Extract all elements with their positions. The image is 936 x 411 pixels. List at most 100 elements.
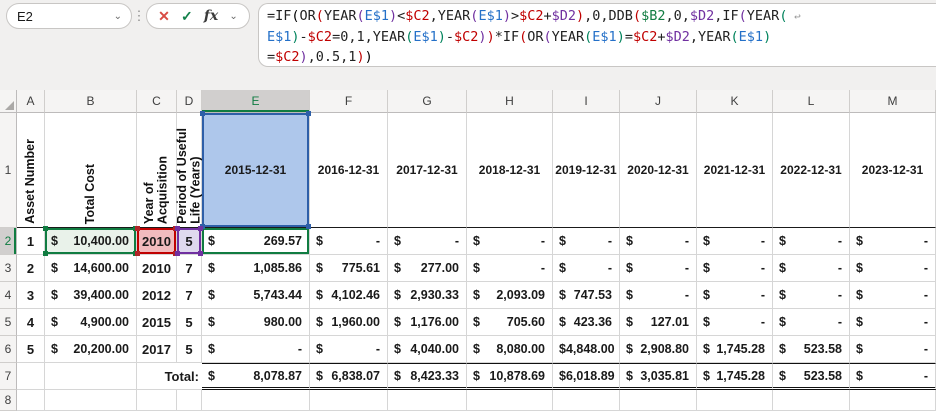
insert-function-icon[interactable]: fx	[204, 8, 218, 24]
header-cell-J1[interactable]: 2020-12-31	[620, 113, 697, 228]
row-header-1[interactable]: 1	[0, 113, 17, 228]
cell-K7[interactable]: $1,745.28	[697, 363, 773, 390]
cell-C6[interactable]: 2017	[137, 336, 177, 363]
range-handle[interactable]	[306, 224, 311, 229]
cell-K3[interactable]: $ -	[697, 255, 773, 282]
col-header-C[interactable]: C	[137, 90, 177, 113]
cell-B6[interactable]: $20,200.00	[45, 336, 137, 363]
row-header-7[interactable]: 7	[0, 363, 17, 390]
cell-C5[interactable]: 2015	[137, 309, 177, 336]
row-header-4[interactable]: 4	[0, 282, 17, 309]
header-cell-I1[interactable]: 2019-12-31	[553, 113, 620, 228]
header-cell-A1[interactable]: Asset Number	[17, 113, 45, 228]
cell-J8[interactable]	[620, 390, 697, 411]
cell-H2[interactable]: $ -	[467, 228, 553, 255]
cell-A7[interactable]	[17, 363, 45, 390]
cell-E3[interactable]: $1,085.86	[202, 255, 310, 282]
cell-I6[interactable]: $4,848.00	[553, 336, 620, 363]
col-header-I[interactable]: I	[553, 90, 620, 113]
cell-G8[interactable]	[388, 390, 467, 411]
cell-L4[interactable]: $ -	[773, 282, 850, 309]
cell-I3[interactable]: $ -	[553, 255, 620, 282]
col-header-L[interactable]: L	[773, 90, 850, 113]
cell-G2[interactable]: $ -	[388, 228, 467, 255]
cell-M8[interactable]	[850, 390, 936, 411]
header-cell-L1[interactable]: 2022-12-31	[773, 113, 850, 228]
cell-I5[interactable]: $423.36	[553, 309, 620, 336]
cell-H5[interactable]: $705.60	[467, 309, 553, 336]
header-cell-H1[interactable]: 2018-12-31	[467, 113, 553, 228]
cell-D2[interactable]: 5	[175, 226, 203, 256]
header-cell-C1[interactable]: Year of Acquisition	[137, 113, 177, 228]
formula-input[interactable]: =IF(OR(YEAR(E$1)<$C2,YEAR(E$1)>$C2+$D2),…	[258, 3, 936, 67]
cell-A3[interactable]: 2	[17, 255, 45, 282]
cell-C3[interactable]: 2010	[137, 255, 177, 282]
range-handle[interactable]	[135, 226, 140, 231]
cell-A8[interactable]	[17, 390, 45, 411]
cell-E7[interactable]: $8,078.87	[202, 363, 310, 390]
cell-D8[interactable]	[177, 390, 202, 411]
cell-J6[interactable]: $2,908.80	[620, 336, 697, 363]
col-header-E[interactable]: E	[202, 90, 310, 113]
header-cell-K1[interactable]: 2021-12-31	[697, 113, 773, 228]
cell-J3[interactable]: $ -	[620, 255, 697, 282]
cell-K4[interactable]: $ -	[697, 282, 773, 309]
cancel-icon[interactable]: ✕	[158, 8, 170, 25]
cell-L2[interactable]: $ -	[773, 228, 850, 255]
range-handle[interactable]	[198, 251, 203, 256]
header-cell-F1[interactable]: 2016-12-31	[310, 113, 388, 228]
cell-F4[interactable]: $4,102.46	[310, 282, 388, 309]
cell-M7[interactable]: $ -	[850, 363, 936, 390]
col-header-D[interactable]: D	[177, 90, 202, 113]
cell-E6[interactable]: $ -	[202, 336, 310, 363]
range-handle[interactable]	[135, 251, 140, 256]
cell-I8[interactable]	[553, 390, 620, 411]
cell-B4[interactable]: $39,400.00	[45, 282, 137, 309]
cell-L8[interactable]	[773, 390, 850, 411]
cell-L5[interactable]: $ -	[773, 309, 850, 336]
range-handle[interactable]	[175, 251, 180, 256]
total-label[interactable]: Total:	[137, 363, 202, 390]
cell-H4[interactable]: $2,093.09	[467, 282, 553, 309]
col-header-H[interactable]: H	[467, 90, 553, 113]
name-box[interactable]: E2 ⌄	[6, 3, 132, 29]
fx-chevron-icon[interactable]: ⌄	[229, 11, 237, 22]
row-header-2[interactable]: 2	[0, 228, 17, 255]
name-box-chevron-icon[interactable]: ⌄	[114, 11, 122, 22]
cell-J7[interactable]: $3,035.81	[620, 363, 697, 390]
cell-M5[interactable]: $ -	[850, 309, 936, 336]
cell-A2[interactable]: 1	[17, 228, 45, 255]
cell-A5[interactable]: 4	[17, 309, 45, 336]
cell-B8[interactable]	[45, 390, 137, 411]
col-header-A[interactable]: A	[17, 90, 45, 113]
header-cell-M1[interactable]: 2023-12-31	[850, 113, 936, 228]
col-header-G[interactable]: G	[388, 90, 467, 113]
range-handle[interactable]	[43, 251, 48, 256]
enter-icon[interactable]: ✓	[181, 8, 193, 25]
col-header-F[interactable]: F	[310, 90, 388, 113]
range-handle[interactable]	[306, 111, 311, 116]
cell-C4[interactable]: 2012	[137, 282, 177, 309]
cell-G3[interactable]: $277.00	[388, 255, 467, 282]
row-header-3[interactable]: 3	[0, 255, 17, 282]
cell-E5[interactable]: $980.00	[202, 309, 310, 336]
cell-B3[interactable]: $14,600.00	[45, 255, 137, 282]
cell-G6[interactable]: $4,040.00	[388, 336, 467, 363]
header-cell-G1[interactable]: 2017-12-31	[388, 113, 467, 228]
cell-D5[interactable]: 5	[177, 309, 202, 336]
col-header-M[interactable]: M	[850, 90, 936, 113]
row-header-5[interactable]: 5	[0, 309, 17, 336]
cell-K5[interactable]: $ -	[697, 309, 773, 336]
cell-D4[interactable]: 7	[177, 282, 202, 309]
header-cell-E1[interactable]: 2015-12-31	[200, 111, 311, 229]
cell-A6[interactable]: 5	[17, 336, 45, 363]
cell-G4[interactable]: $2,930.33	[388, 282, 467, 309]
cell-E8[interactable]	[202, 390, 310, 411]
cell-D6[interactable]: 5	[177, 336, 202, 363]
cell-K6[interactable]: $1,745.28	[697, 336, 773, 363]
cell-M2[interactable]: $ -	[850, 228, 936, 255]
cell-J4[interactable]: $ -	[620, 282, 697, 309]
cell-I7[interactable]: $6,018.89	[553, 363, 620, 390]
cell-F6[interactable]: $ -	[310, 336, 388, 363]
cell-B5[interactable]: $4,900.00	[45, 309, 137, 336]
